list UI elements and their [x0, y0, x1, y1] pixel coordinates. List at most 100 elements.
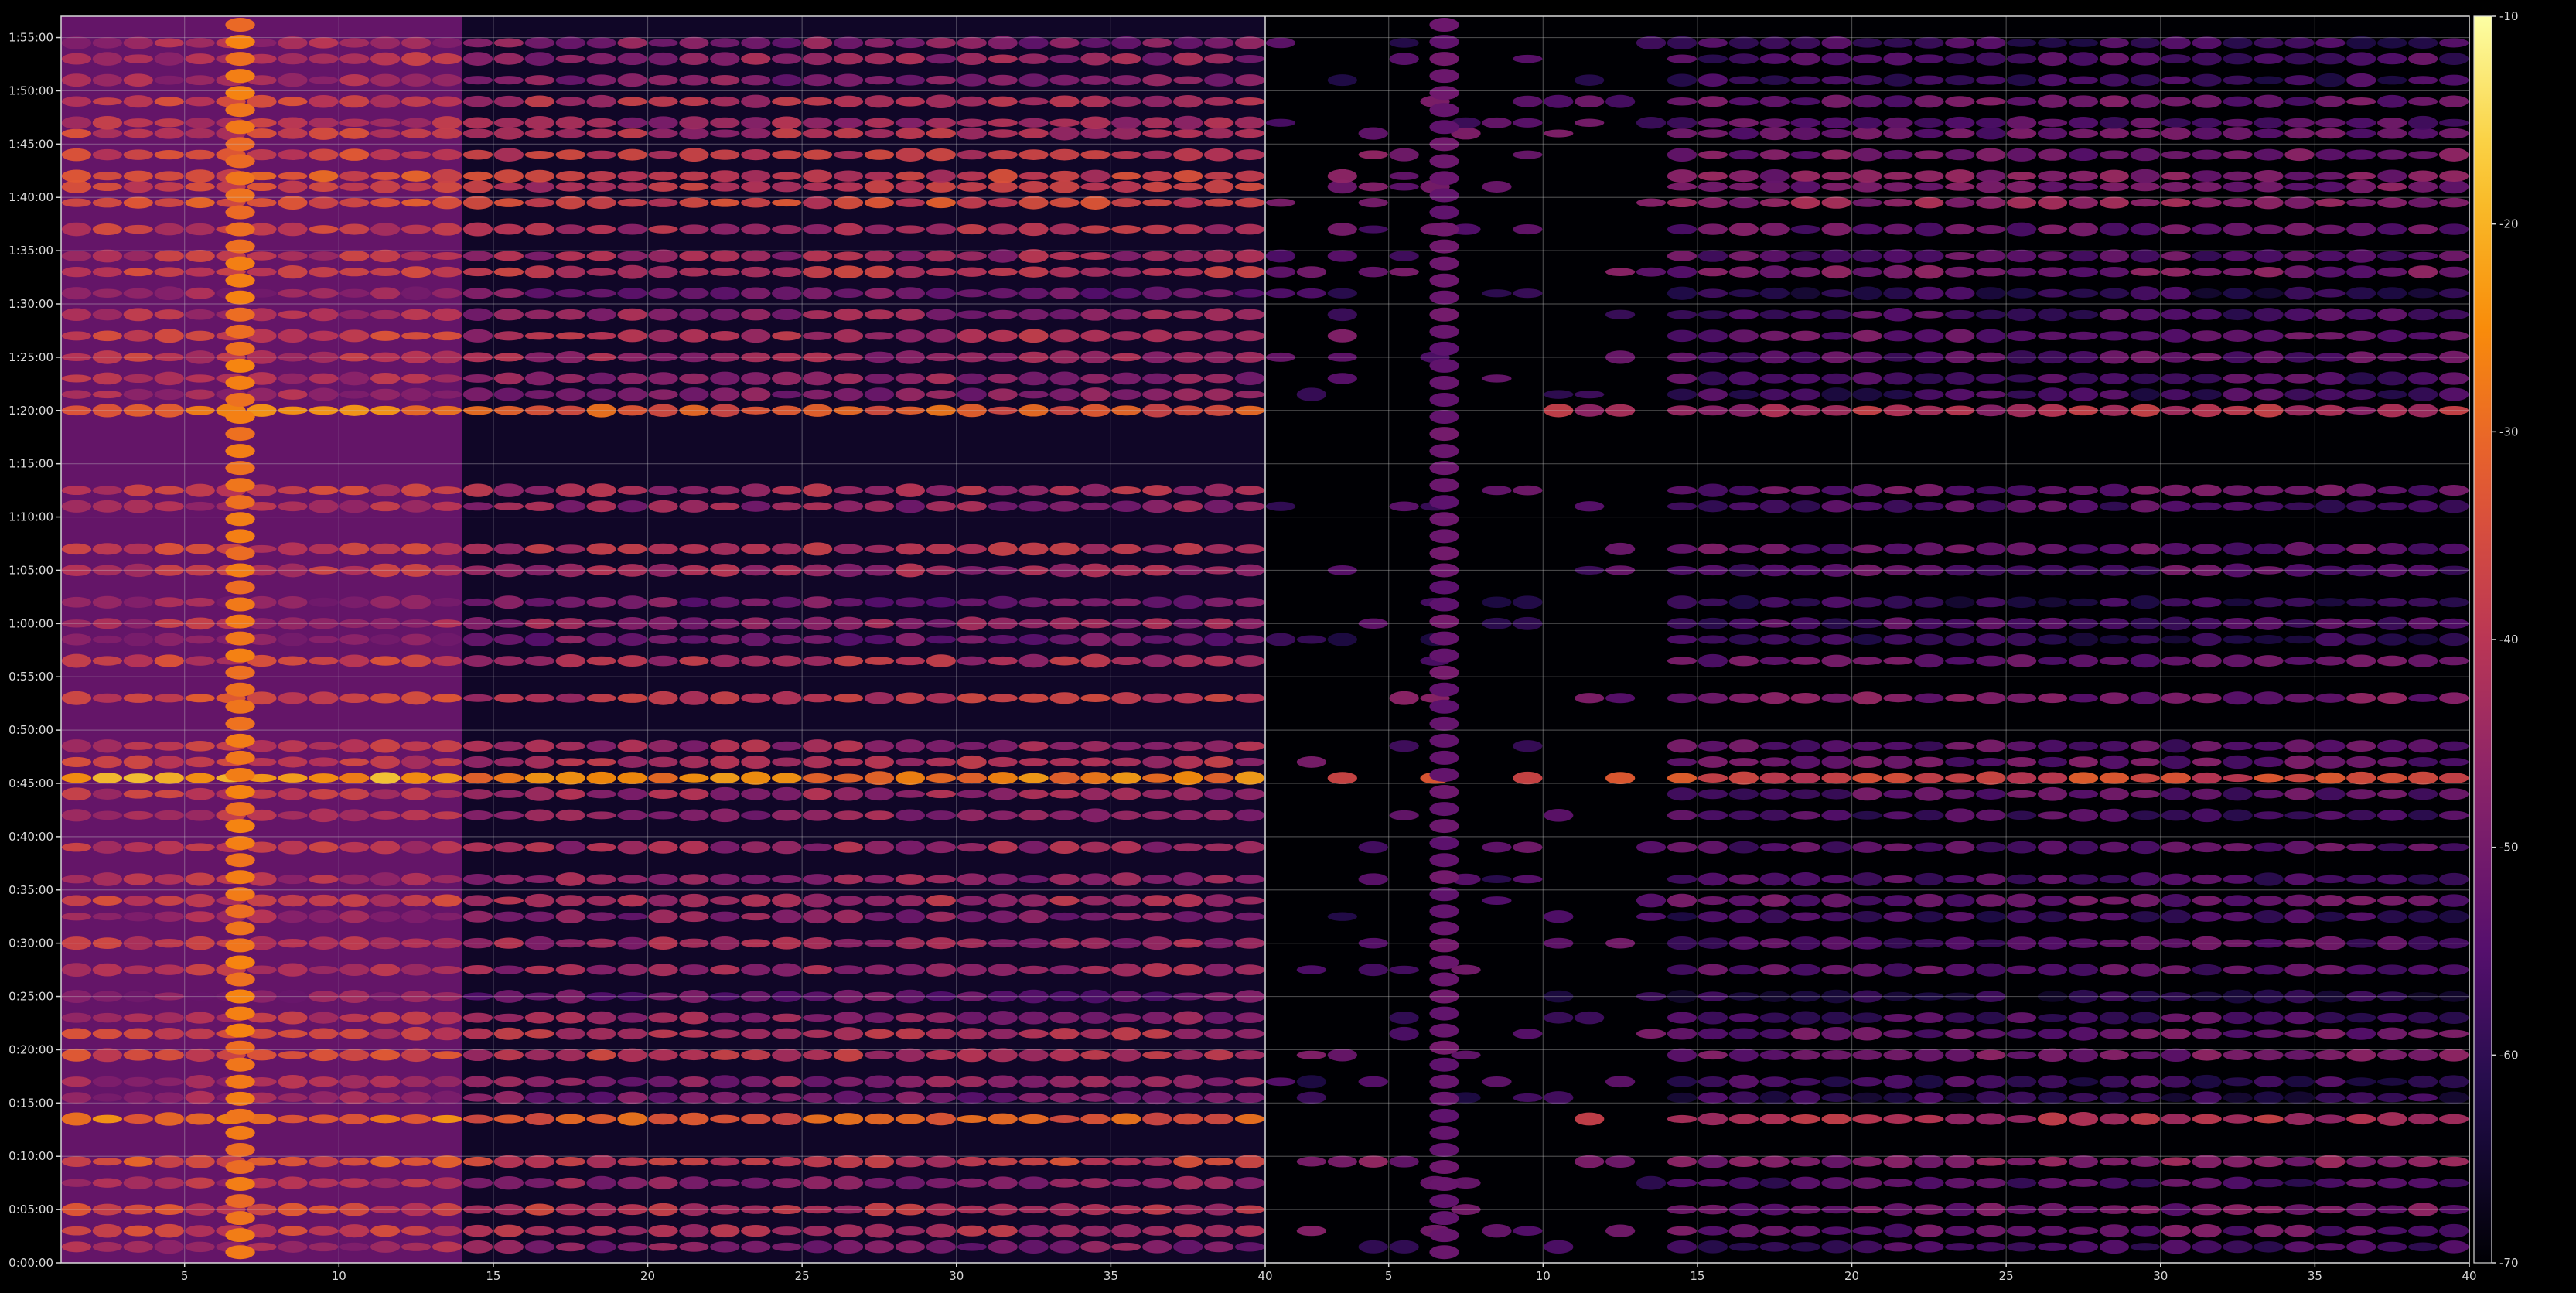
spectral-blob: [154, 896, 184, 906]
spectral-blob: [555, 1027, 585, 1040]
spectral-blob: [1728, 544, 1759, 554]
spectral-blob: [2130, 740, 2160, 752]
spectral-blob: [185, 635, 215, 644]
spectral-blob: [2037, 331, 2068, 340]
spectral-blob: [1049, 1075, 1080, 1088]
spectral-blob: [2037, 1048, 2068, 1063]
spectral-blob: [1914, 1176, 1944, 1189]
spectral-blob: [926, 197, 956, 209]
spectral-blob: [2037, 267, 2068, 277]
spectral-blob: [2192, 1091, 2222, 1104]
spectral-blob: [1821, 788, 1851, 800]
hot-column-cell: [1429, 495, 1459, 510]
spectral-blob: [1945, 197, 1975, 208]
spectral-blob: [2284, 332, 2315, 340]
spectral-blob: [2161, 873, 2191, 885]
spectral-blob: [1203, 1113, 1234, 1125]
spectral-blob: [524, 1178, 554, 1189]
spectral-blob: [2346, 912, 2376, 921]
spectral-blob: [2407, 387, 2438, 401]
spectral-blob: [2377, 597, 2407, 607]
spectral-blob: [2006, 1051, 2037, 1059]
spectral-blob: [92, 73, 123, 87]
spectral-blob: [278, 595, 308, 609]
spectral-blob: [2037, 1013, 2068, 1022]
spectral-blob: [493, 309, 524, 321]
spectral-blob: [2130, 1093, 2160, 1103]
spectral-blob: [123, 180, 153, 193]
spectral-blob: [524, 95, 554, 107]
spectral-blob: [432, 96, 462, 107]
spectral-blob: [2346, 118, 2376, 128]
spectral-blob: [555, 758, 585, 766]
spectral-blob: [1327, 912, 1357, 921]
spectral-blob: [802, 694, 833, 703]
spectral-blob: [895, 771, 926, 785]
spectral-blob: [864, 787, 895, 801]
y-tick-label: 0:10:00: [9, 1149, 53, 1163]
spectral-blob: [957, 118, 987, 128]
spectral-blob: [2006, 1114, 2037, 1124]
spectral-blob: [926, 288, 956, 299]
spectral-blob: [648, 1012, 678, 1023]
spectral-blob: [679, 911, 709, 923]
spectral-blob: [802, 483, 833, 497]
spectral-blob: [1018, 1049, 1049, 1062]
spectral-blob: [1173, 893, 1203, 908]
spectral-blob: [2315, 544, 2346, 554]
spectral-blob: [1142, 635, 1172, 644]
spectral-blob: [1728, 223, 1759, 237]
spectral-blob: [710, 330, 740, 341]
spectral-blob: [61, 96, 92, 107]
spectral-blob: [1697, 268, 1728, 277]
spectral-blob: [2346, 372, 2376, 385]
spectral-blob: [2407, 151, 2438, 159]
spectral-blob: [772, 1226, 802, 1236]
spectral-blob: [2223, 268, 2253, 276]
spectral-blob: [1667, 36, 1697, 50]
spectral-blob: [895, 265, 926, 278]
spectral-blob: [2068, 117, 2099, 129]
spectral-blob: [864, 875, 895, 884]
spectral-blob: [2346, 309, 2376, 321]
spectral-blob: [1728, 309, 1759, 320]
spectral-blob: [1018, 97, 1049, 106]
spectral-blob: [123, 388, 153, 401]
spectral-blob: [1945, 371, 1975, 385]
spectral-blob: [1111, 1224, 1141, 1238]
spectral-blob: [2407, 265, 2438, 279]
spectral-blob: [1852, 38, 1882, 48]
spectral-blob: [833, 500, 864, 513]
spectral-blob: [648, 894, 678, 907]
spectral-blob: [61, 287, 92, 300]
spectral-blob: [1667, 1226, 1697, 1236]
spectral-blob: [1852, 1012, 1882, 1023]
spectral-blob: [92, 1178, 123, 1188]
spectral-blob: [1080, 1029, 1111, 1039]
spectral-blob: [2284, 171, 2315, 181]
spectral-blob: [710, 250, 740, 262]
spectral-blob: [1234, 54, 1265, 63]
spectral-blob: [1821, 654, 1851, 667]
spectral-blob: [1080, 267, 1111, 277]
spectral-blob: [1697, 810, 1728, 820]
spectral-blob: [1821, 36, 1851, 49]
spectral-blob: [1080, 1012, 1111, 1024]
spectral-blob: [2006, 893, 2037, 908]
spectral-blob: [772, 841, 802, 855]
spectral-blob: [2438, 543, 2469, 554]
spectral-blob: [432, 773, 462, 783]
spectral-blob: [493, 53, 524, 65]
spectral-blob: [802, 287, 833, 300]
spectral-blob: [1852, 911, 1882, 923]
spectral-blob: [2161, 1093, 2191, 1102]
spectral-blob: [1111, 692, 1141, 704]
spectral-blob: [92, 330, 123, 342]
spectral-blob: [957, 373, 987, 384]
spectral-blob: [2346, 896, 2376, 906]
spectral-blob: [339, 486, 370, 496]
spectral-blob: [2407, 543, 2438, 555]
spectral-blob: [1142, 773, 1172, 783]
hot-column-cell: [225, 733, 255, 748]
hot-column-cell: [1429, 171, 1459, 186]
